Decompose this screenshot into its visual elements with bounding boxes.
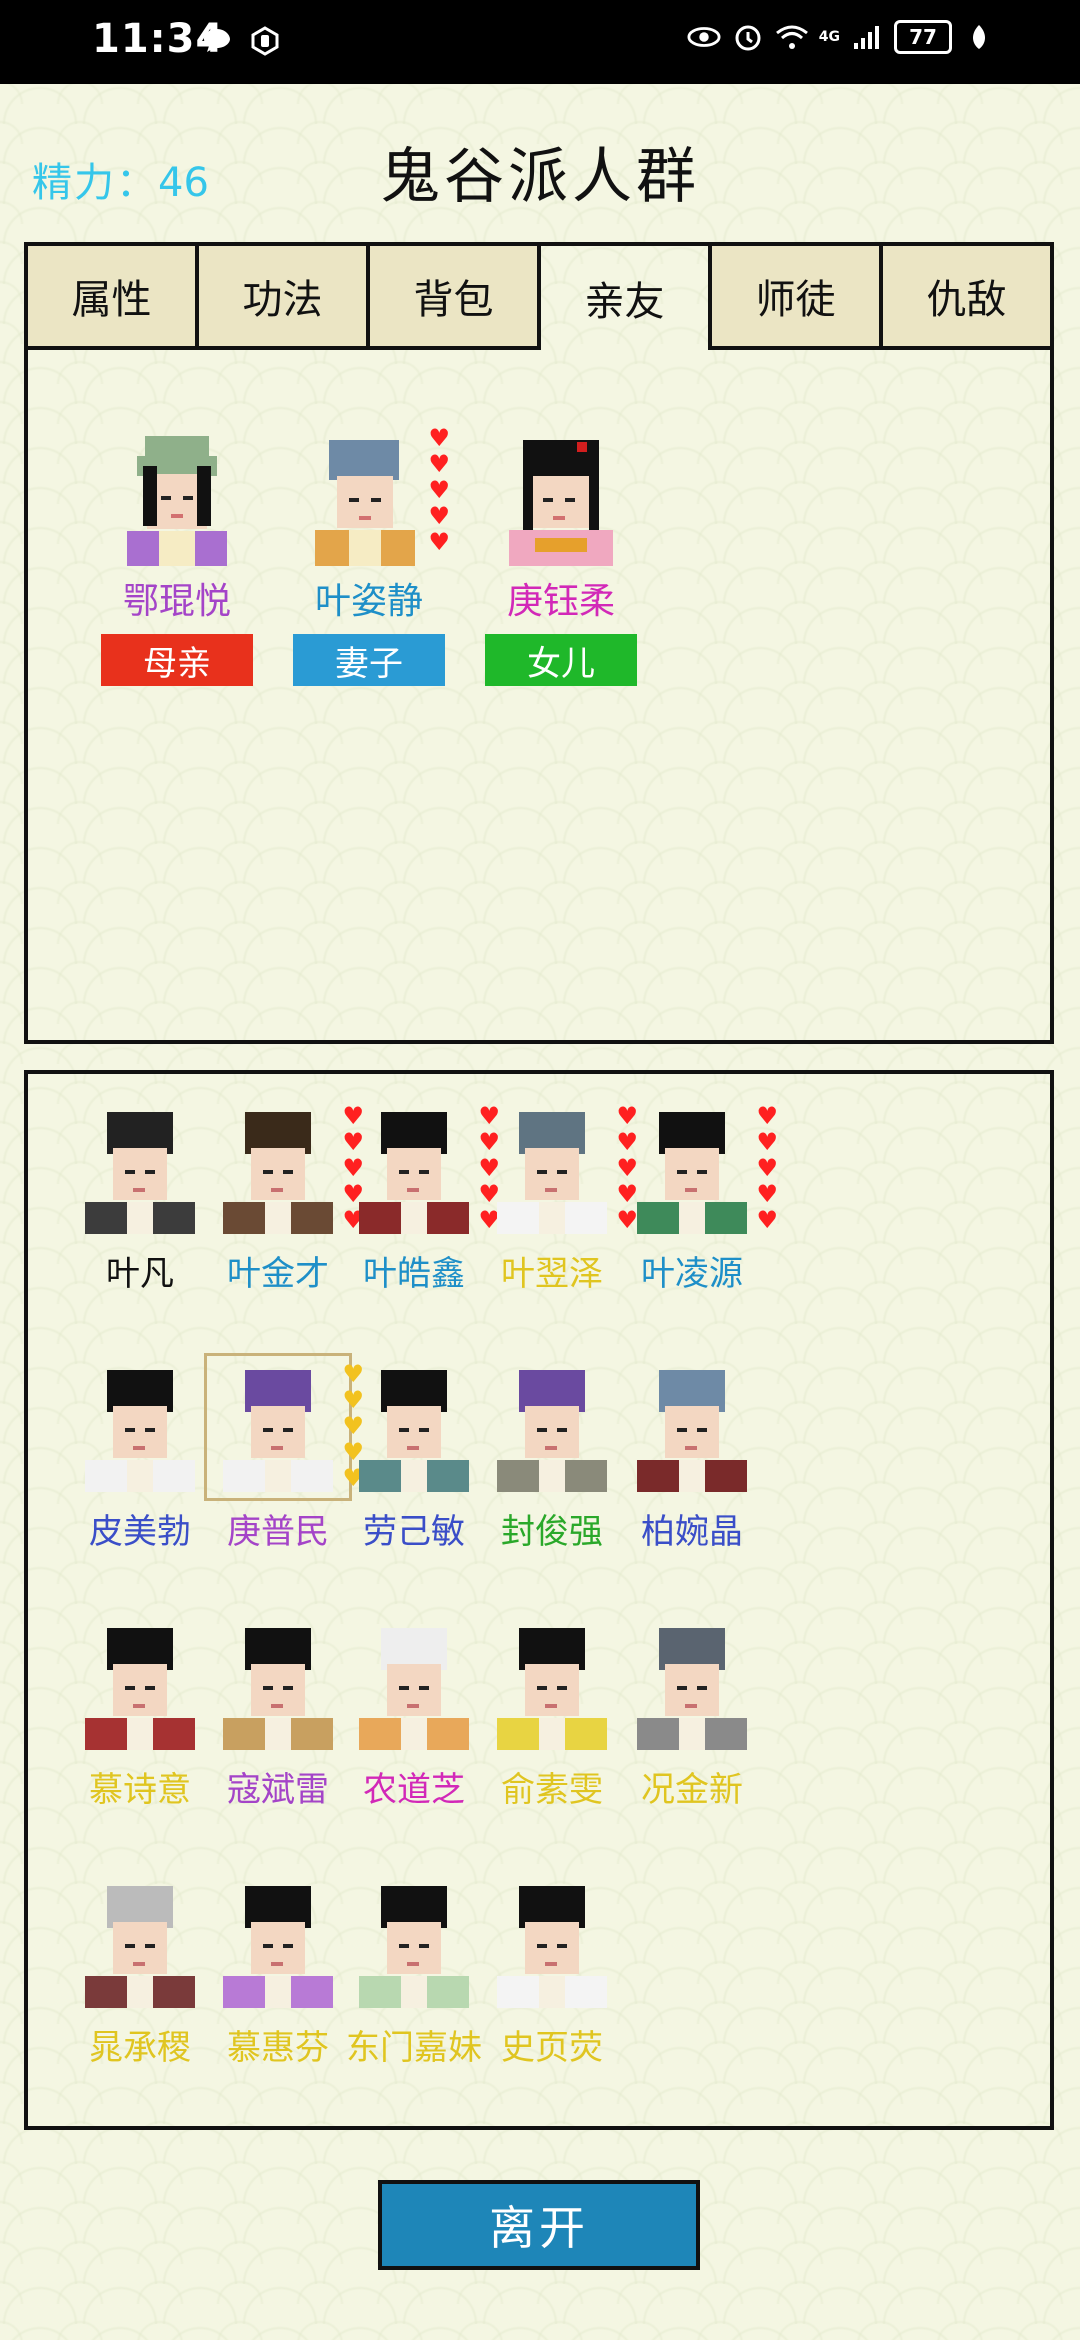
character-portrait <box>491 426 631 566</box>
tab-master-apprentice[interactable]: 师徒 <box>712 246 883 350</box>
character-portrait <box>75 1878 205 2008</box>
character-portrait <box>627 1104 757 1234</box>
heart-icon: ♥ <box>428 528 450 556</box>
character-portrait <box>75 1362 205 1492</box>
person-name: 况金新 <box>641 1770 743 1810</box>
hand-icon <box>248 24 282 58</box>
person-item[interactable]: 柏婉晶 <box>602 1362 782 1612</box>
character-portrait <box>487 1878 617 2008</box>
page-title: 鬼谷派人群 <box>380 142 700 212</box>
heart-icon: ♥ <box>428 476 450 504</box>
character-portrait <box>349 1620 479 1750</box>
people-list-panel: 叶凡 ♥ ♥ ♥ ♥ ♥ 叶金才 ♥ ♥ ♥ ♥ ♥ 叶皓鑫 ♥ ♥ ♥ ♥ ♥ 叶翌泽 <box>24 1070 1054 2130</box>
heart-icon: ♥ <box>428 502 450 530</box>
relation-badge: 女儿 <box>485 634 637 686</box>
person-item[interactable]: ♥ ♥ ♥ ♥ ♥ 叶凌源 <box>602 1104 782 1354</box>
person-name: 柏婉晶 <box>641 1512 743 1552</box>
character-portrait <box>487 1620 617 1750</box>
battery-indicator: 77 <box>894 20 952 54</box>
relative-card[interactable]: 鄂琨悦 母亲 <box>92 426 262 726</box>
character-portrait <box>487 1104 617 1234</box>
character-portrait <box>107 426 247 566</box>
tab-relatives[interactable]: 亲友 <box>541 246 712 350</box>
notification-icons <box>200 24 282 58</box>
relative-name: 鄂琨悦 <box>122 581 231 622</box>
tab-bar: 属性 功法 背包 亲友 师徒 仇敌 <box>28 246 1050 354</box>
character-portrait <box>627 1620 757 1750</box>
affection-hearts: ♥ ♥ ♥ ♥ ♥ <box>756 1104 778 1232</box>
character-portrait <box>299 426 439 566</box>
chat-bubble-icon <box>200 24 234 58</box>
relative-card[interactable]: ♥ ♥ ♥ ♥ ♥ 叶姿静 妻子 <box>284 426 454 726</box>
character-portrait <box>487 1362 617 1492</box>
alarm-icon <box>731 20 765 54</box>
leave-button[interactable]: 离开 <box>378 2180 700 2270</box>
eye-icon <box>687 20 721 54</box>
character-portrait <box>627 1362 757 1492</box>
tab-skills[interactable]: 功法 <box>199 246 370 350</box>
character-portrait <box>75 1104 205 1234</box>
character-portrait <box>349 1362 479 1492</box>
tab-enemies[interactable]: 仇敌 <box>883 246 1050 350</box>
relative-name: 叶姿静 <box>314 581 423 622</box>
person-item[interactable]: 况金新 <box>602 1620 782 1870</box>
relation-badge: 妻子 <box>293 634 445 686</box>
character-portrait <box>349 1878 479 2008</box>
heart-icon: ♥ <box>756 1102 778 1130</box>
wifi-icon <box>775 20 809 54</box>
leaf-icon <box>962 20 996 54</box>
heart-icon: ♥ <box>756 1180 778 1208</box>
network-type: 4G <box>818 29 840 45</box>
heart-icon: ♥ <box>756 1154 778 1182</box>
relation-badge: 母亲 <box>101 634 253 686</box>
tab-attributes[interactable]: 属性 <box>28 246 199 350</box>
person-name: 史页荧 <box>501 2028 603 2068</box>
signal-icon <box>850 20 884 54</box>
person-item[interactable]: 史页荧 <box>462 1878 642 2128</box>
relative-card[interactable]: 庚钰柔 女儿 <box>476 426 646 726</box>
affection-hearts: ♥ ♥ ♥ ♥ ♥ <box>428 426 450 554</box>
character-portrait <box>349 1104 479 1234</box>
heart-icon: ♥ <box>428 424 450 452</box>
relative-name: 庚钰柔 <box>506 581 615 622</box>
status-bar: 11:34 4G 77 <box>0 0 1080 84</box>
tab-backpack[interactable]: 背包 <box>370 246 541 350</box>
heart-icon: ♥ <box>756 1206 778 1234</box>
heart-icon: ♥ <box>756 1128 778 1156</box>
relatives-panel: 属性 功法 背包 亲友 师徒 仇敌 鄂琨悦 母亲 ♥ ♥ ♥ ♥ ♥ 叶姿静 妻… <box>24 242 1054 1044</box>
person-name: 叶凌源 <box>641 1254 743 1294</box>
system-icons: 4G 77 <box>687 20 996 54</box>
character-portrait <box>75 1620 205 1750</box>
heart-icon: ♥ <box>428 450 450 478</box>
